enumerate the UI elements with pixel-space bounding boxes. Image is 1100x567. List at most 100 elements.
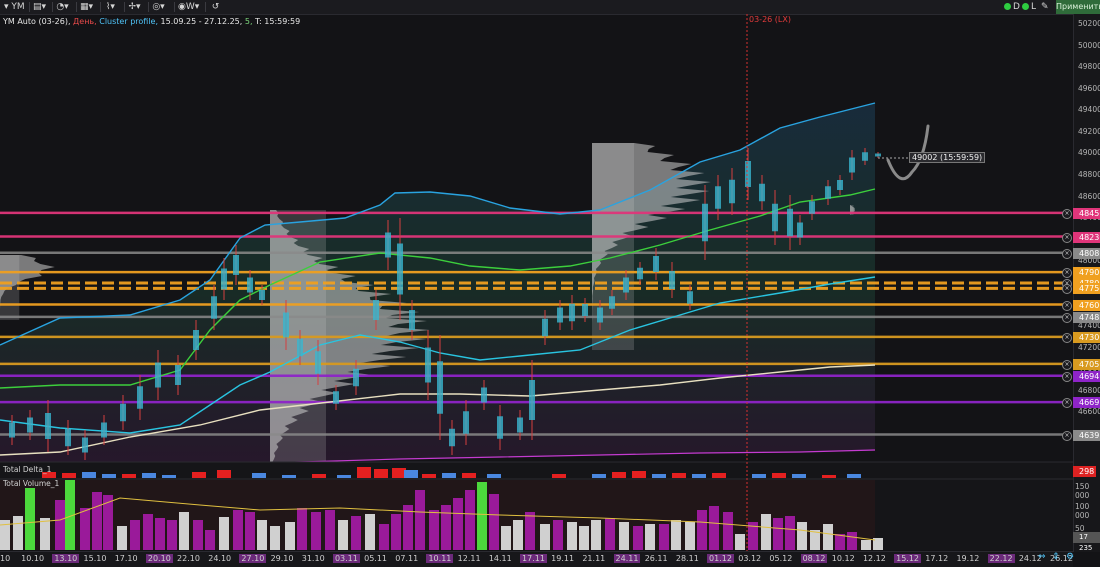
price-tick: 46800 [1078, 385, 1100, 395]
visibility-icon[interactable]: ◎▾ [152, 1, 165, 12]
price-chart[interactable] [0, 14, 1073, 551]
level-price-badge[interactable]: 47300 [1073, 331, 1100, 343]
candle-cluster [837, 180, 843, 190]
date-label: 17.11 [520, 554, 547, 563]
level-price-badge[interactable]: 48080 [1073, 247, 1100, 259]
level-price-badge[interactable]: 48230 [1073, 231, 1100, 243]
volume-bar [735, 534, 745, 550]
status-d[interactable]: D [1004, 1, 1020, 13]
settings-icon[interactable]: ⚙ [1066, 552, 1074, 562]
volume-bar [835, 534, 845, 550]
volume-bar [477, 482, 487, 550]
volume-bar [697, 510, 707, 550]
zoom-icon[interactable]: ⇔ [1038, 552, 1046, 562]
level-price-badge[interactable]: 46940 [1073, 370, 1100, 382]
volume-bar [179, 512, 189, 550]
delta-bar [847, 474, 861, 478]
level-remove-icon[interactable]: × [1062, 248, 1072, 259]
candle-cluster [687, 291, 693, 304]
candle-cluster [669, 271, 675, 289]
volume-bar [810, 530, 820, 550]
level-remove-icon[interactable]: × [1062, 300, 1072, 311]
volume-bar [540, 524, 550, 550]
candle-cluster [221, 268, 227, 290]
date-label: 03.12 [738, 554, 762, 563]
apply-button[interactable]: Применить [1056, 0, 1100, 14]
dropdown-icon: ▾ [4, 2, 9, 12]
delta-bar [122, 474, 136, 478]
level-remove-icon[interactable]: × [1062, 312, 1072, 323]
candle-cluster [137, 386, 143, 409]
status-l[interactable]: L [1022, 1, 1036, 13]
volume-bar [797, 522, 807, 550]
delta-bar [772, 473, 786, 478]
date-axis[interactable]: 10 10.10 13.10 15.10 17.10 20.10 22.10 24.10 27.… [0, 551, 1073, 567]
delta-bar [752, 474, 766, 478]
volume-bar [25, 488, 35, 550]
date-label: 10 [0, 554, 11, 563]
date-label: 12.12 [862, 554, 886, 563]
volume-bar [130, 520, 140, 550]
level-price-badge[interactable]: 46395 [1073, 429, 1100, 441]
delta-bar [142, 473, 156, 478]
price-tick: 50000 [1078, 40, 1100, 50]
level-price-badge[interactable]: 47900 [1073, 267, 1100, 279]
price-tick: 49800 [1078, 62, 1100, 72]
candle-cluster [862, 152, 868, 161]
volume-bar [297, 508, 307, 550]
crosshair-icon[interactable]: ✢▾ [128, 1, 141, 12]
date-label: 05.11 [364, 554, 388, 563]
delta-bar [162, 475, 176, 478]
level-price-badge[interactable]: 46695 [1073, 397, 1100, 409]
delta-panel-title: Total Delta_1 [3, 465, 52, 474]
clock-icon[interactable]: ◔▾ [56, 1, 69, 12]
undo-icon[interactable]: ↺ [209, 1, 222, 12]
volume-bar [155, 518, 165, 550]
symbol-selector[interactable]: ▾ YM [4, 1, 25, 13]
delta-bar [552, 474, 566, 478]
delta-bar [792, 474, 806, 478]
delta-bar [392, 468, 406, 478]
file-icon[interactable]: ▤▾ [33, 1, 46, 12]
level-price-badge[interactable]: 47600 [1073, 299, 1100, 311]
candle-cluster [875, 153, 881, 157]
delta-bar [672, 473, 686, 478]
candle-cluster [849, 157, 855, 173]
green-status-icon [1022, 3, 1029, 10]
volume-bar [92, 492, 102, 550]
level-price-badge[interactable]: 47750 [1073, 283, 1100, 295]
green-status-icon [1004, 3, 1011, 10]
price-tick: 49600 [1078, 83, 1100, 93]
volume-panel-title: Total Volume_1 [3, 479, 60, 488]
candle-cluster [463, 411, 469, 434]
date-label: 10.10 [21, 554, 45, 563]
level-remove-icon[interactable]: × [1062, 430, 1072, 441]
chart-style-icon[interactable]: ⌇▾ [104, 1, 117, 12]
candle-cluster [397, 243, 403, 295]
expiry-marker: 03-26 (LX) [749, 15, 791, 24]
price-tick: 49200 [1078, 126, 1100, 136]
level-price-badge[interactable]: 48450 [1073, 207, 1100, 219]
candle-cluster [825, 186, 831, 199]
level-remove-icon[interactable]: × [1062, 332, 1072, 343]
calendar-icon[interactable]: ▦▾ [80, 1, 93, 12]
candle-cluster [45, 413, 51, 439]
volume-bar [489, 494, 499, 550]
delta-bar [217, 470, 231, 478]
drawing-w-button[interactable]: ◉W▾ [178, 1, 199, 13]
candle-cluster [809, 201, 815, 214]
candle-cluster [637, 267, 643, 280]
level-remove-icon[interactable]: × [1062, 208, 1072, 219]
level-remove-icon[interactable]: × [1062, 232, 1072, 243]
level-price-badge[interactable]: 47485 [1073, 311, 1100, 323]
volume-bar [785, 516, 795, 550]
candle-cluster [759, 183, 765, 202]
price-tick: 47200 [1078, 342, 1100, 352]
volume-bar [233, 510, 243, 550]
scale-icon[interactable]: ⇕ [1052, 552, 1060, 562]
volume-bar [379, 524, 389, 550]
level-price-badge[interactable]: 47050 [1073, 358, 1100, 370]
level-remove-icon[interactable]: × [1062, 359, 1072, 370]
level-remove-icon[interactable]: × [1062, 371, 1072, 382]
pencil-icon[interactable]: ✎ [1041, 1, 1049, 13]
